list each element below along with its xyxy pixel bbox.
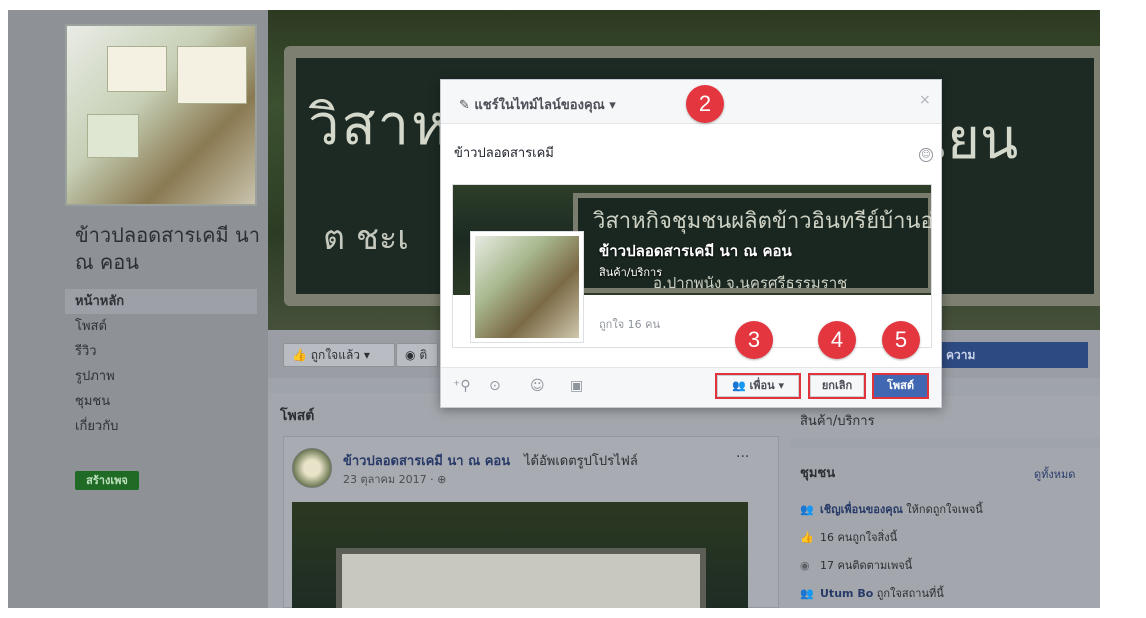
- preview-thumbnail: [470, 231, 584, 343]
- nav-reviews[interactable]: รีวิว: [65, 339, 257, 364]
- tag-friends-icon[interactable]: ⁺⚲: [453, 378, 471, 394]
- products-title[interactable]: สินค้า/บริการ: [800, 410, 875, 431]
- post-image[interactable]: [292, 502, 748, 608]
- post-author-link[interactable]: ข้าวปลอดสารเคมี นา ณ คอน: [343, 450, 510, 471]
- preview-cover-text: วิสาหกิจชุมชนผลิตข้าวอินทรีย์บ้านอ่าวเคี…: [593, 209, 932, 234]
- preview-page-name: ข้าวปลอดสารเคมี นา ณ คอน: [599, 242, 792, 260]
- post-date-text: 23 ตุลาคม 2017 ·: [343, 473, 438, 486]
- friends-icon: 👥: [800, 503, 814, 516]
- likes-row: 👍 16 คนถูกใจสิ่งนี้: [800, 528, 897, 546]
- user-like-rest: ถูกใจสถานที่นี้: [873, 587, 944, 600]
- see-all-link[interactable]: ดูทั้งหมด: [1034, 465, 1075, 483]
- share-dialog: ✎ แชร์ในไทม์ไลน์ของคุณ ▾ × ข้าวปลอดสารเค…: [440, 79, 942, 408]
- nav-posts[interactable]: โพสต์: [65, 314, 257, 339]
- share-message-input[interactable]: ข้าวปลอดสารเคมี: [454, 142, 554, 163]
- page-nav: หน้าหลัก โพสต์ รีวิว รูปภาพ ชุมชน เกี่ยว…: [65, 289, 257, 439]
- likes-count: 16 คนถูกใจสิ่งนี้: [820, 531, 898, 544]
- follow-label: ติ: [419, 348, 428, 362]
- close-button[interactable]: ×: [919, 92, 931, 108]
- chevron-down-icon: ▾: [363, 348, 370, 362]
- location-icon[interactable]: ⊙: [489, 378, 501, 394]
- nav-home[interactable]: หน้าหลัก: [65, 289, 257, 314]
- cancel-button[interactable]: ยกเลิก: [808, 373, 866, 399]
- profile-picture[interactable]: [65, 24, 257, 206]
- step-badge-2: 2: [686, 85, 724, 123]
- user-like-row: 👥 Utum Bo ถูกใจสถานที่นี้: [800, 584, 944, 602]
- follow-button[interactable]: ◉ ติ: [396, 343, 438, 367]
- follows-count: 17 คนติดตามเพจนี้: [820, 559, 913, 572]
- community-title: ชุมชน: [800, 466, 836, 481]
- thumbs-up-icon: 👍: [800, 531, 814, 544]
- edit-icon: ✎: [459, 98, 475, 113]
- preview-likes: ถูกใจ 16 คน: [599, 318, 661, 331]
- shared-page-preview[interactable]: วิสาหกิจชุมชนผลิตข้าวอินทรีย์บ้านอ่าวเคี…: [452, 184, 932, 348]
- audience-label: เพื่อน: [749, 379, 775, 392]
- follows-row: ◉ 17 คนติดตามเพจนี้: [800, 556, 912, 574]
- invite-rest: ให้กดถูกใจเพจนี้: [902, 503, 983, 516]
- rss-icon: ◉: [800, 559, 810, 572]
- post-button[interactable]: โพสต์: [872, 373, 929, 399]
- user-link[interactable]: Utum Bo: [820, 587, 873, 600]
- invite-row: 👥 เชิญเพื่อนของคุณ ให้กดถูกใจเพจนี้: [800, 500, 983, 518]
- post-options-button[interactable]: ···: [736, 449, 749, 465]
- share-destination-dropdown[interactable]: ✎ แชร์ในไทม์ไลน์ของคุณ ▾: [459, 94, 616, 115]
- avatar[interactable]: [292, 448, 332, 488]
- step-badge-3: 3: [735, 321, 773, 359]
- posts-title: โพสต์: [280, 408, 315, 424]
- cover-sign-text-bottom: ต ชะเ: [323, 218, 409, 258]
- create-page-button[interactable]: สร้างเพจ: [75, 471, 139, 490]
- send-message-button[interactable]: ความ: [940, 342, 1088, 368]
- dialog-footer: [441, 367, 941, 407]
- nav-community[interactable]: ชุมชน: [65, 389, 257, 414]
- caret-down-icon: ▾: [774, 379, 785, 392]
- thumbs-up-icon: 👍: [292, 348, 307, 362]
- nav-about[interactable]: เกี่ยวกับ: [65, 414, 257, 439]
- friends-icon: 👥: [800, 587, 814, 600]
- emoji-icon[interactable]: ☺: [919, 148, 933, 162]
- page-name[interactable]: ข้าวปลอดสารเคมี นา ณ คอน: [75, 222, 265, 276]
- feeling-icon[interactable]: ☺: [530, 378, 545, 394]
- post-timestamp[interactable]: 23 ตุลาคม 2017 · ⊕: [343, 470, 446, 488]
- preview-cover-text-2: อ.ปากพนัง จ.นครศรีธรรมราช: [653, 274, 848, 292]
- preview-category: สินค้า/บริการ: [599, 266, 663, 279]
- rss-icon: ◉: [405, 348, 416, 362]
- sticker-icon[interactable]: ▣: [570, 378, 583, 394]
- liked-button[interactable]: 👍 ถูกใจแล้ว ▾: [283, 343, 395, 367]
- friends-icon: 👥: [731, 379, 750, 392]
- share-destination-label: แชร์ในไทม์ไลน์ของคุณ: [474, 98, 605, 113]
- liked-label: ถูกใจแล้ว: [310, 348, 361, 362]
- step-badge-4: 4: [818, 321, 856, 359]
- globe-icon: ⊕: [437, 473, 447, 486]
- step-badge-5: 5: [882, 321, 920, 359]
- post-action-text: ได้อัพเดตรูปโปรไฟล์: [524, 454, 638, 469]
- invite-friends-link[interactable]: เชิญเพื่อนของคุณ: [820, 503, 903, 516]
- nav-photos[interactable]: รูปภาพ: [65, 364, 257, 389]
- audience-selector[interactable]: 👥 เพื่อน ▾: [715, 373, 801, 399]
- caret-down-icon: ▾: [604, 98, 616, 113]
